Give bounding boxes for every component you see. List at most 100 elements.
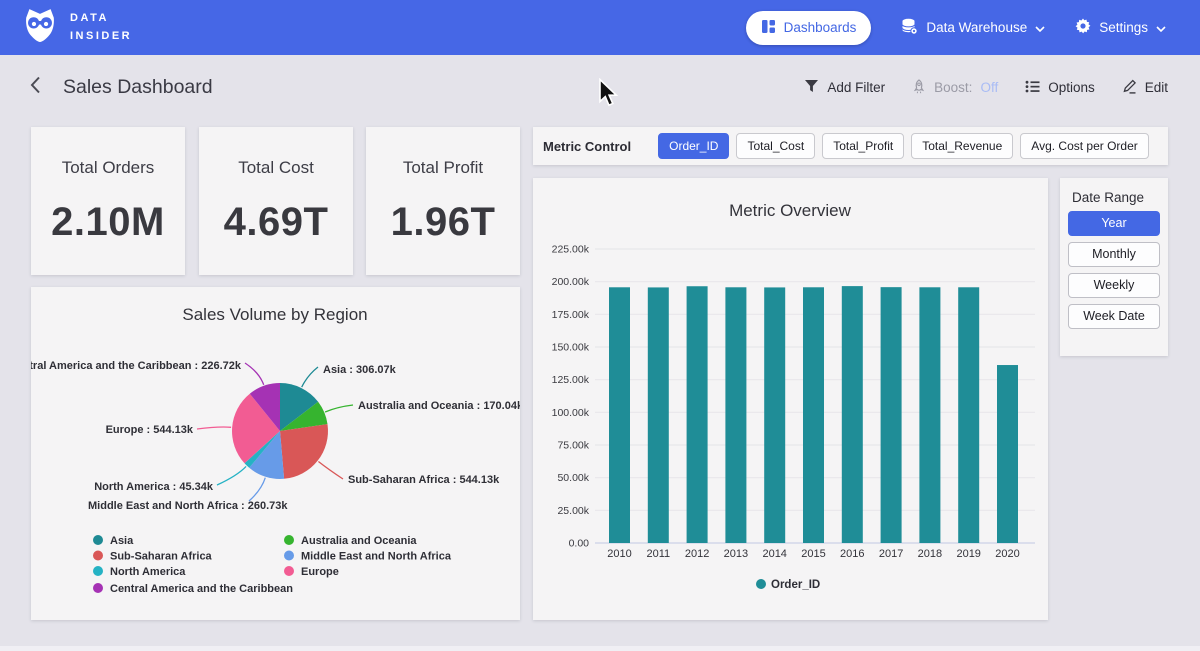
bar-2020[interactable] [997, 365, 1018, 543]
legend-dot [93, 551, 103, 561]
legend-label: North America [110, 566, 186, 578]
bar-2014[interactable] [764, 287, 785, 543]
options-button[interactable]: Options [1025, 80, 1095, 96]
pie-slice-label: Sub-Saharan Africa : 544.13k [348, 474, 500, 486]
x-tick-label: 2017 [879, 548, 903, 560]
date-range-year-button[interactable]: Year [1068, 211, 1160, 236]
pie-leader-line [245, 363, 264, 385]
sales-volume-pie-panel: Sales Volume by Region Asia : 306.07k Aust… [31, 287, 520, 620]
y-tick-label: 225.00k [552, 244, 590, 256]
database-icon [901, 18, 918, 38]
dashboard-grid-icon [761, 19, 776, 37]
y-tick-label: 50.00k [557, 472, 589, 484]
date-range-monthly-button[interactable]: Monthly [1068, 242, 1160, 267]
metric-chip-total-cost[interactable]: Total_Cost [736, 133, 815, 159]
kpi-label: Total Orders [62, 158, 155, 178]
x-tick-label: 2019 [956, 548, 980, 560]
date-range-week-date-button[interactable]: Week Date [1068, 304, 1160, 329]
legend-dot [756, 579, 766, 589]
legend-label: Order_ID [771, 579, 820, 591]
metric-chip-total-profit[interactable]: Total_Profit [822, 133, 904, 159]
pie-leader-line [217, 466, 246, 485]
x-tick-label: 2018 [918, 548, 942, 560]
bar-2015[interactable] [803, 287, 824, 543]
bar-2017[interactable] [881, 287, 902, 543]
pie-slice-label: Australia and Oceania : 170.04k [358, 400, 520, 412]
metric-control-label: Metric Control [543, 139, 631, 154]
kpi-card-total-profit: Total Profit 1.96T [366, 127, 520, 275]
bar-2016[interactable] [842, 286, 863, 543]
metric-chip-order-id[interactable]: Order_ID [658, 133, 729, 159]
legend-dot [284, 566, 294, 576]
pie-chart: Sales Volume by Region Asia : 306.07k Aust… [31, 287, 520, 620]
options-list-icon [1025, 80, 1040, 96]
nav-data-warehouse-dropdown[interactable]: Data Warehouse [901, 18, 1045, 38]
boost-toggle[interactable]: Boost: Off [912, 79, 998, 97]
y-tick-label: 25.00k [557, 505, 589, 517]
back-button[interactable] [30, 76, 41, 99]
kpi-label: Total Profit [403, 158, 483, 178]
x-tick-label: 2012 [685, 548, 709, 560]
app-root: DATA INSIDER Dashboards [0, 0, 1200, 651]
pie-slice-label: Central America and the Caribbean : 226.… [31, 360, 242, 372]
legend-dot [284, 551, 294, 561]
date-range-label: Date Range [1072, 190, 1160, 205]
kpi-value: 4.69T [224, 200, 329, 245]
metric-chip-avg-cost-per-order[interactable]: Avg. Cost per Order [1020, 133, 1149, 159]
page-header: Sales Dashboard Add Filter Boost: Off [0, 55, 1200, 120]
edit-pencil-icon [1122, 79, 1137, 97]
x-tick-label: 2011 [646, 548, 670, 560]
chevron-down-icon [1035, 20, 1045, 35]
legend-label: Australia and Oceania [301, 535, 417, 547]
y-tick-label: 175.00k [552, 309, 590, 321]
nav-dashboards-button[interactable]: Dashboards [746, 11, 872, 45]
nav-settings-dropdown[interactable]: Settings [1075, 18, 1166, 37]
bar-2013[interactable] [725, 287, 746, 543]
chevron-down-icon [1156, 20, 1166, 35]
pie-leader-line [249, 478, 265, 501]
x-tick-label: 2015 [801, 548, 825, 560]
bar-2010[interactable] [609, 287, 630, 543]
brand-name: DATA INSIDER [70, 10, 132, 44]
pie-leader-line [302, 367, 318, 387]
brand[interactable]: DATA INSIDER [22, 7, 132, 48]
kpi-value: 1.96T [391, 200, 496, 245]
owl-logo-icon [22, 7, 58, 48]
pie-slice-label: North America : 45.34k [94, 481, 214, 493]
legend-dot [93, 566, 103, 576]
x-tick-label: 2010 [607, 548, 631, 560]
bar-2011[interactable] [648, 287, 669, 543]
bar-2012[interactable] [687, 286, 708, 543]
boost-label: Boost: [934, 80, 972, 95]
legend-dot [93, 583, 103, 593]
date-range-weekly-button[interactable]: Weekly [1068, 273, 1160, 298]
navbar-menu: Dashboards Data Warehouse [746, 11, 1166, 45]
pie-slice-label: Europe : 544.13k [106, 424, 194, 436]
kpi-value: 2.10M [51, 200, 165, 245]
bar-2018[interactable] [919, 287, 940, 543]
legend-dot [93, 535, 103, 545]
y-tick-label: 200.00k [552, 276, 590, 288]
pie-leader-line [197, 427, 231, 429]
boost-rocket-icon [912, 79, 926, 97]
edit-button[interactable]: Edit [1122, 79, 1168, 97]
pie-slice-label: Asia : 306.07k [323, 364, 397, 376]
y-tick-label: 125.00k [552, 374, 590, 386]
gear-icon [1075, 18, 1091, 37]
date-range-panel: Date Range Year Monthly Weekly Week Date [1060, 178, 1168, 356]
kpi-label: Total Cost [238, 158, 314, 178]
pie-leader-line [318, 462, 343, 480]
x-tick-label: 2014 [762, 548, 786, 560]
metric-chip-total-revenue[interactable]: Total_Revenue [911, 133, 1013, 159]
add-filter-button[interactable]: Add Filter [804, 79, 885, 96]
legend-label: Middle East and North Africa [301, 551, 452, 563]
bar-2019[interactable] [958, 287, 979, 543]
bar-chart-title: Metric Overview [729, 201, 852, 220]
legend-label: Europe [301, 566, 339, 578]
filter-funnel-icon [804, 79, 819, 96]
pie-slice-sub-saharan-africa[interactable] [280, 424, 328, 479]
metric-control-bar: Metric Control Order_ID Total_Cost Total_P… [533, 127, 1168, 165]
kpi-card-total-orders: Total Orders 2.10M [31, 127, 185, 275]
metric-overview-bar-panel: Metric Overview0.0025.00k50.00k75.00k100… [533, 178, 1048, 620]
pie-chart-title: Sales Volume by Region [182, 305, 367, 324]
